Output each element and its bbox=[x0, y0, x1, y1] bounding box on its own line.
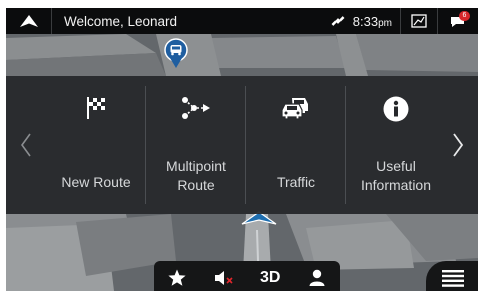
info-icon bbox=[346, 96, 446, 122]
muted-speaker-icon[interactable] bbox=[201, 261, 248, 291]
clock-time: 8:33 bbox=[352, 13, 379, 29]
menu-item-label: New Route bbox=[61, 173, 131, 190]
chevron-right-icon[interactable] bbox=[438, 76, 478, 214]
multipoint-route-icon bbox=[146, 96, 246, 122]
user-icon[interactable] bbox=[294, 261, 341, 291]
navigation-arrow-icon[interactable] bbox=[6, 8, 52, 34]
checkered-flag-icon bbox=[46, 96, 146, 122]
message-icon[interactable]: 6 bbox=[438, 8, 478, 34]
status-bar: Welcome, Leonard 8:33pm 6 bbox=[6, 8, 478, 34]
satellite-icon bbox=[327, 8, 349, 34]
menu-item-label: Multipoint Route bbox=[166, 158, 226, 193]
hamburger-menu-icon[interactable] bbox=[426, 261, 478, 291]
clock: 8:33pm bbox=[349, 14, 400, 29]
menu-item-useful-information[interactable]: Useful Information bbox=[346, 86, 446, 204]
status-bar-right: 8:33pm 6 bbox=[327, 8, 478, 34]
quick-menu-panel: New Route Multipoint Route Traffic Usefu… bbox=[6, 76, 478, 214]
traffic-cars-icon bbox=[246, 96, 346, 122]
menu-item-traffic[interactable]: Traffic bbox=[246, 86, 346, 204]
menu-items: New Route Multipoint Route Traffic Usefu… bbox=[46, 86, 446, 204]
message-count-badge: 6 bbox=[459, 11, 470, 21]
bottom-toolbar: 3D bbox=[154, 261, 340, 291]
welcome-text: Welcome, Leonard bbox=[64, 13, 178, 29]
map-flag-icon[interactable] bbox=[401, 8, 437, 34]
clock-suffix: pm bbox=[378, 17, 392, 29]
star-icon[interactable] bbox=[154, 261, 201, 291]
menu-item-multipoint-route[interactable]: Multipoint Route bbox=[146, 86, 246, 204]
chevron-left-icon[interactable] bbox=[6, 76, 46, 214]
navigation-screen: Welcome, Leonard 8:33pm 6 New Route Mult… bbox=[6, 8, 478, 291]
view-mode-toggle[interactable]: 3D bbox=[247, 261, 294, 291]
menu-item-new-route[interactable]: New Route bbox=[46, 86, 146, 204]
menu-item-label: Useful Information bbox=[360, 158, 432, 193]
menu-item-label: Traffic bbox=[276, 173, 316, 190]
